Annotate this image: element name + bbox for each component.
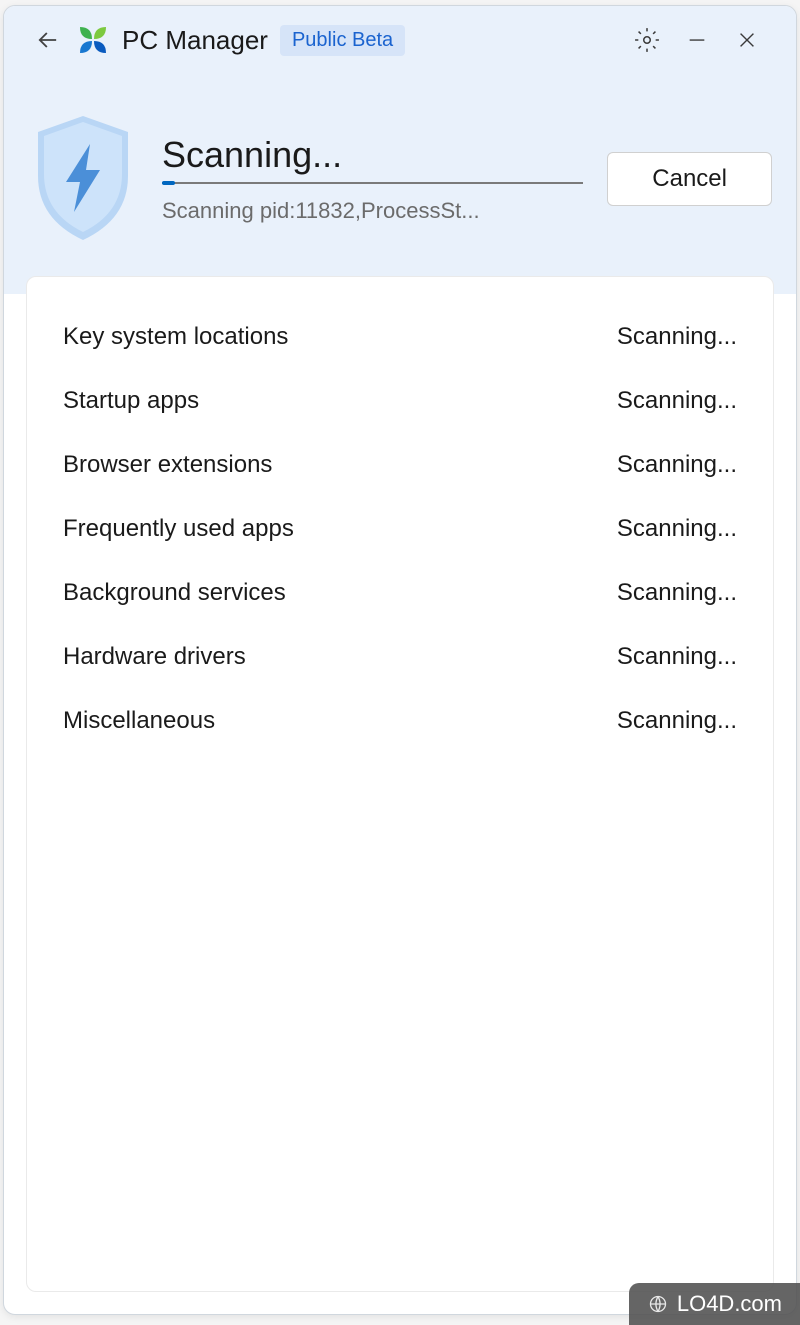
scan-title: Scanning... bbox=[162, 134, 583, 176]
list-item: Miscellaneous Scanning... bbox=[63, 689, 737, 753]
globe-icon bbox=[647, 1293, 669, 1315]
list-item: Hardware drivers Scanning... bbox=[63, 625, 737, 689]
list-item: Key system locations Scanning... bbox=[63, 305, 737, 369]
minimize-button[interactable] bbox=[672, 20, 722, 60]
settings-button[interactable] bbox=[622, 20, 672, 60]
scan-header: Scanning... Scanning pid:11832,ProcessSt… bbox=[4, 74, 796, 294]
close-icon bbox=[736, 29, 758, 51]
scan-item-label: Browser extensions bbox=[63, 451, 272, 479]
shield-bolt-icon bbox=[28, 114, 138, 244]
scan-item-status: Scanning... bbox=[617, 707, 737, 735]
app-title: PC Manager bbox=[122, 25, 268, 56]
app-window: PC Manager Public Beta bbox=[3, 5, 797, 1315]
cancel-button[interactable]: Cancel bbox=[607, 152, 772, 206]
scan-item-status: Scanning... bbox=[617, 387, 737, 415]
arrow-left-icon bbox=[34, 26, 62, 54]
gear-icon bbox=[634, 27, 660, 53]
close-button[interactable] bbox=[722, 20, 772, 60]
back-button[interactable] bbox=[28, 20, 68, 60]
scan-item-label: Hardware drivers bbox=[63, 643, 246, 671]
scan-item-status: Scanning... bbox=[617, 643, 737, 671]
scan-item-status: Scanning... bbox=[617, 515, 737, 543]
scan-list: Key system locations Scanning... Startup… bbox=[26, 276, 774, 1292]
list-item: Frequently used apps Scanning... bbox=[63, 497, 737, 561]
scan-detail: Scanning pid:11832,ProcessSt... bbox=[162, 198, 583, 224]
titlebar: PC Manager Public Beta bbox=[4, 6, 796, 74]
watermark-text: LO4D.com bbox=[677, 1291, 782, 1317]
progress-fill bbox=[162, 181, 175, 185]
progress-bar bbox=[162, 182, 583, 184]
list-item: Browser extensions Scanning... bbox=[63, 433, 737, 497]
scan-item-status: Scanning... bbox=[617, 451, 737, 479]
list-item: Startup apps Scanning... bbox=[63, 369, 737, 433]
minimize-icon bbox=[686, 29, 708, 51]
scan-item-status: Scanning... bbox=[617, 579, 737, 607]
scan-item-label: Key system locations bbox=[63, 323, 288, 351]
scan-item-label: Frequently used apps bbox=[63, 515, 294, 543]
scan-item-status: Scanning... bbox=[617, 323, 737, 351]
scan-item-label: Background services bbox=[63, 579, 286, 607]
list-item: Background services Scanning... bbox=[63, 561, 737, 625]
app-logo-icon bbox=[76, 23, 110, 57]
beta-badge: Public Beta bbox=[280, 25, 405, 56]
watermark: LO4D.com bbox=[629, 1283, 800, 1325]
scan-item-label: Startup apps bbox=[63, 387, 199, 415]
scan-info: Scanning... Scanning pid:11832,ProcessSt… bbox=[162, 134, 583, 224]
scan-item-label: Miscellaneous bbox=[63, 707, 215, 735]
